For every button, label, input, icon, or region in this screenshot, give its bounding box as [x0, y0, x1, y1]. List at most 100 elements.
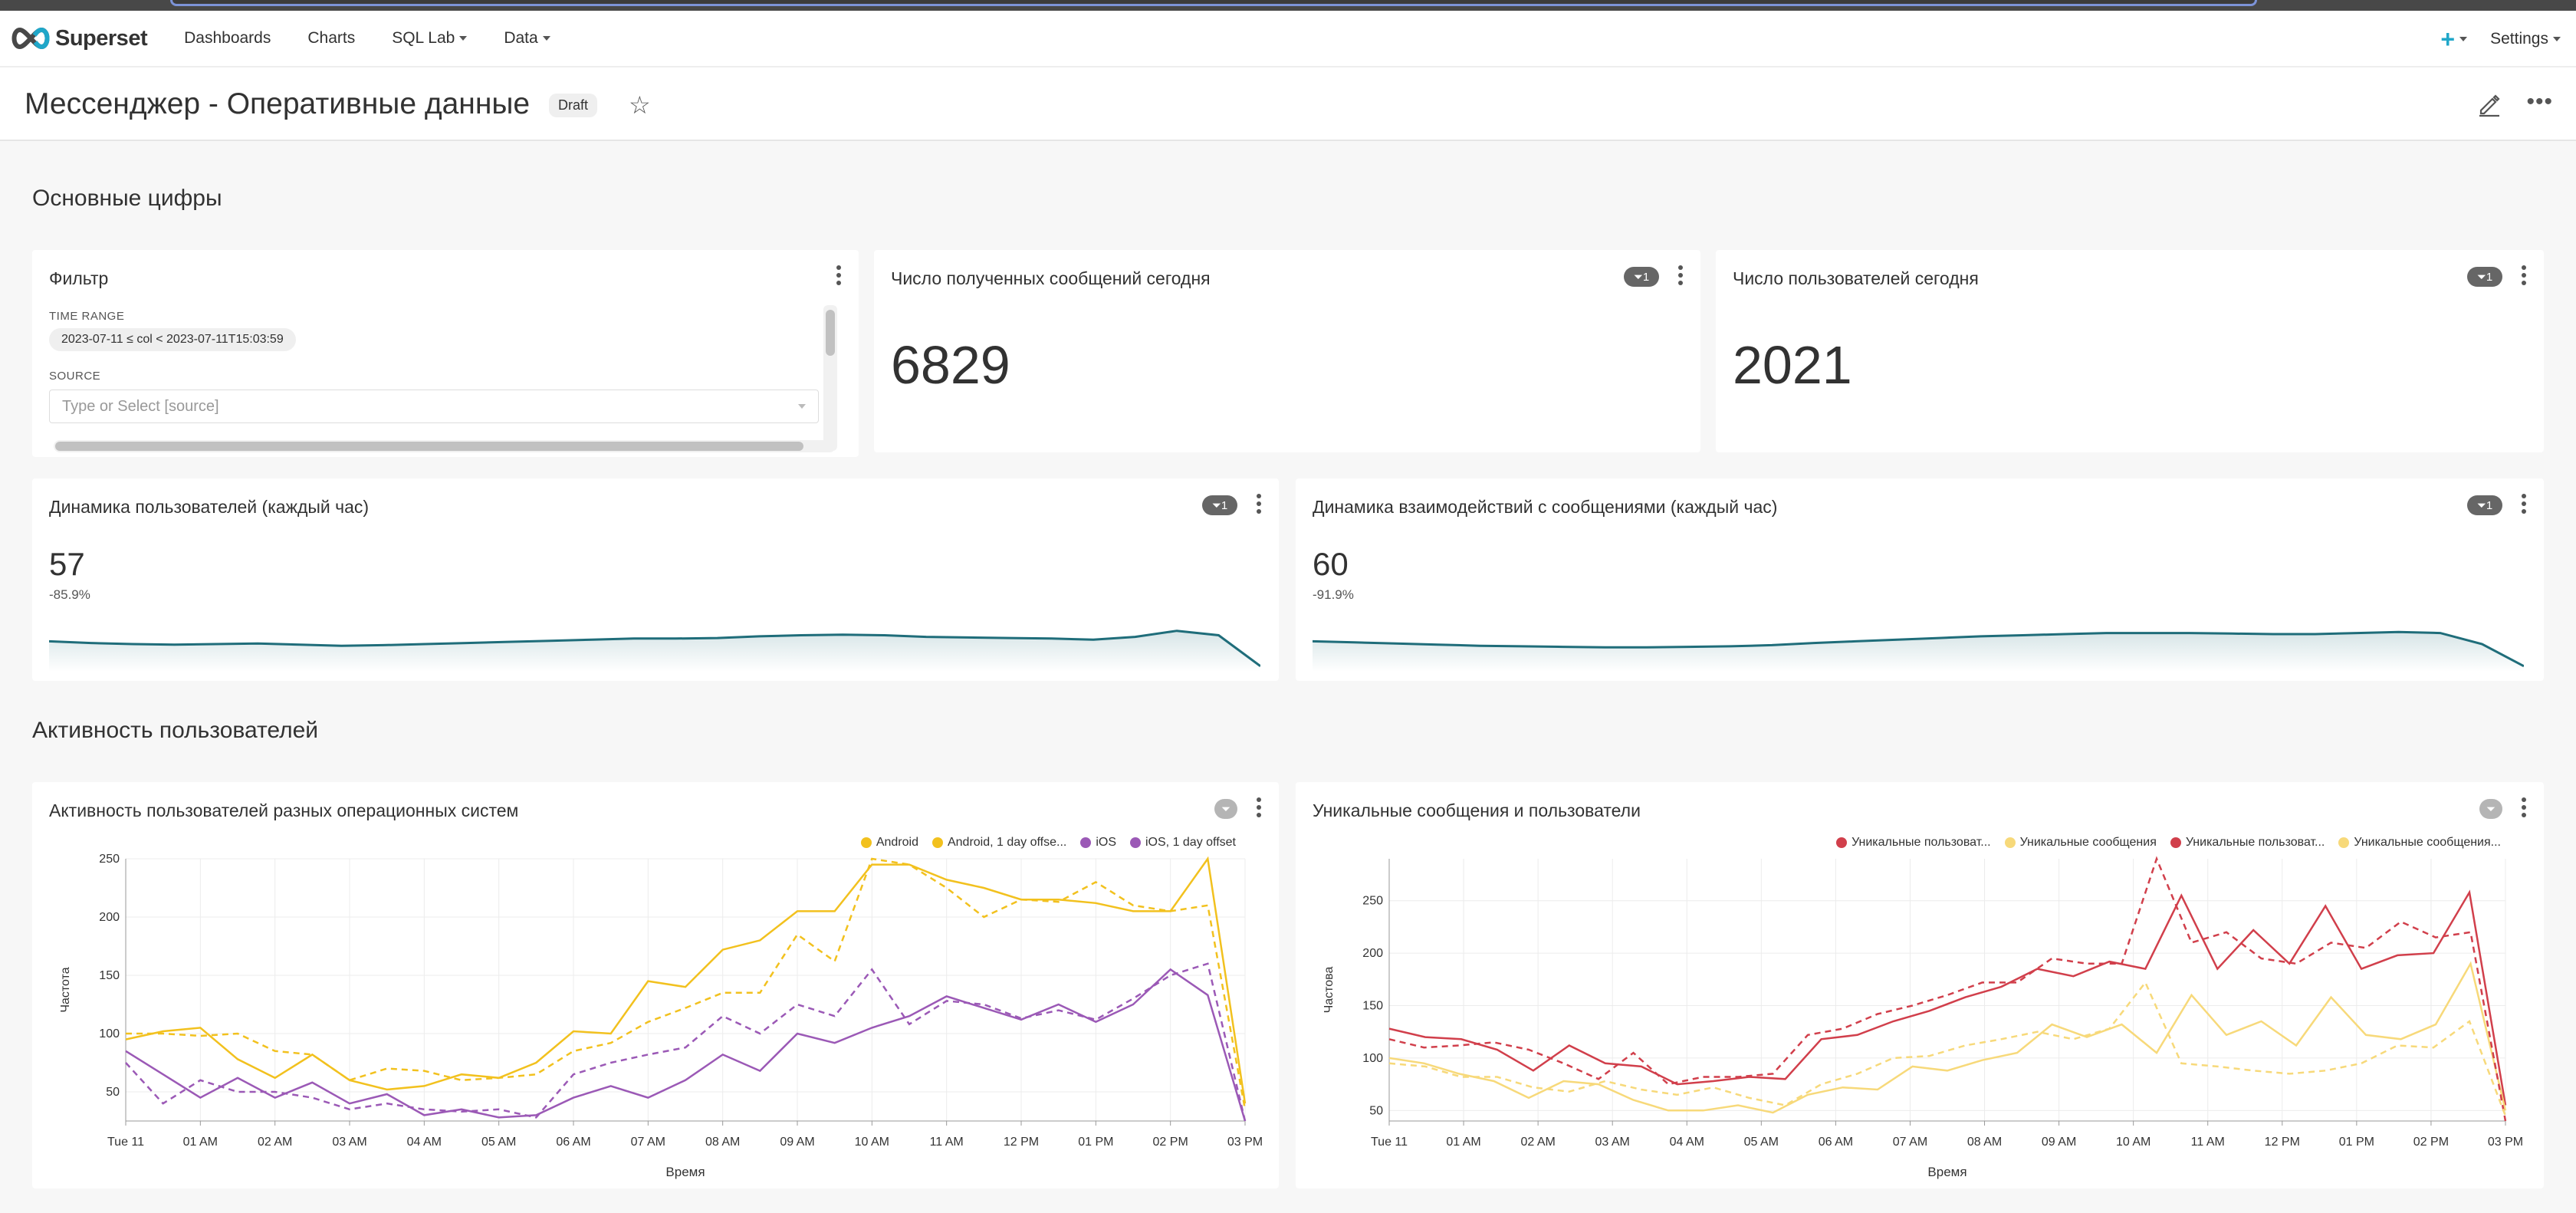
- nav-dashboards-label: Dashboards: [184, 29, 271, 47]
- nav-sql-lab[interactable]: SQL Lab: [392, 29, 468, 48]
- y-tick-label: 100: [1362, 1052, 1383, 1065]
- x-tick-label: 03 PM: [1227, 1136, 1263, 1149]
- x-axis-label: Время: [1927, 1165, 1967, 1179]
- y-axis-label: Частова: [1322, 966, 1336, 1013]
- y-tick-label: 250: [99, 853, 120, 866]
- x-tick-label: 10 AM: [2116, 1136, 2150, 1149]
- x-tick-label: Tue 11: [1371, 1136, 1408, 1149]
- filter-card-title: Фильтр: [49, 268, 109, 288]
- interactions-hourly-change: -91.9%: [1313, 587, 1354, 602]
- filter-badge[interactable]: ⏷ 1: [2467, 267, 2502, 287]
- kpi-users-value: 2021: [1733, 335, 1852, 395]
- nav-charts[interactable]: Charts: [307, 29, 355, 48]
- more-vertical-icon[interactable]: [1256, 494, 1262, 517]
- section-title-activity: Активность пользователей: [32, 718, 319, 743]
- interactions-hourly-title: Динамика взаимодействий с сообщениями (к…: [1313, 497, 1778, 517]
- filter-badge[interactable]: ⏷ 1: [2467, 495, 2502, 515]
- chevron-down-icon: [798, 404, 806, 409]
- x-tick-label: 11 AM: [930, 1136, 964, 1149]
- x-tick-label: 01 AM: [183, 1136, 218, 1149]
- horizontal-scrollbar[interactable]: [54, 440, 836, 452]
- series-line-0: [1388, 889, 2507, 1106]
- series-line-1: [126, 857, 1247, 1110]
- dashboard-title[interactable]: Мессенджер - Оперативные данные: [25, 87, 530, 121]
- interactions-hourly-card: Динамика взаимодействий с сообщениями (к…: [1296, 478, 2544, 681]
- x-tick-label: 01 PM: [2339, 1136, 2374, 1149]
- filter-count: 1: [1642, 270, 1650, 284]
- more-vertical-icon[interactable]: [836, 265, 842, 288]
- vertical-scrollbar[interactable]: [823, 305, 837, 451]
- x-tick-label: 12 PM: [1004, 1136, 1039, 1149]
- dashboard-header: Мессенджер - Оперативные данные Draft ☆ …: [0, 67, 2576, 141]
- nav-data[interactable]: Data: [504, 29, 550, 48]
- chevron-down-icon: [542, 36, 550, 41]
- kpi-messages-card: Число полученных сообщений сегодня ⏷ 1 68…: [874, 250, 1700, 452]
- x-tick-label: Tue 11: [107, 1136, 144, 1149]
- filter-badge[interactable]: ⏷ 1: [1202, 495, 1237, 515]
- nav-sql-lab-label: SQL Lab: [392, 29, 455, 47]
- new-item-button[interactable]: +: [2440, 25, 2468, 54]
- y-tick-label: 200: [99, 911, 120, 924]
- filter-count: 1: [1221, 498, 1228, 512]
- source-select[interactable]: Type or Select [source]: [49, 390, 819, 423]
- brand-logo[interactable]: Superset: [9, 25, 148, 51]
- x-tick-label: 08 AM: [705, 1136, 740, 1149]
- chevron-down-icon: [459, 36, 468, 41]
- x-tick-label: 07 AM: [1893, 1136, 1927, 1149]
- y-axis-label: Частота: [59, 967, 72, 1012]
- chevron-down-icon: [2459, 37, 2468, 41]
- chevron-down-icon: [2553, 37, 2561, 41]
- interactions-hourly-sparkline: [1313, 630, 2524, 672]
- superset-logo-icon: [12, 27, 50, 50]
- x-tick-label: 01 PM: [1078, 1136, 1113, 1149]
- x-tick-label: 02 AM: [258, 1136, 292, 1149]
- edit-icon[interactable]: [2475, 90, 2502, 118]
- nav-data-label: Data: [504, 29, 538, 47]
- y-tick-label: 250: [1362, 895, 1383, 908]
- x-tick-label: 09 AM: [780, 1136, 814, 1149]
- nav-dashboards[interactable]: Dashboards: [184, 29, 271, 48]
- more-vertical-icon[interactable]: [2521, 265, 2527, 288]
- x-tick-label: 07 AM: [631, 1136, 665, 1149]
- x-tick-label: 08 AM: [1967, 1136, 2002, 1149]
- navbar: Superset Dashboards Charts SQL Lab Data …: [0, 11, 2576, 67]
- x-tick-label: 01 AM: [1446, 1136, 1480, 1149]
- x-tick-label: 02 PM: [2413, 1136, 2449, 1149]
- filter-badge[interactable]: ⏷ 1: [1624, 267, 1659, 287]
- users-hourly-sparkline: [49, 630, 1260, 672]
- time-range-label: TIME RANGE: [49, 310, 125, 323]
- unique-messages-line-chart: Tue 11 01 AM 02 AM 03 AM 04 AM 05 AM 06 AM 07 A…: [1322, 856, 2523, 1179]
- x-tick-label: 06 AM: [1819, 1136, 1853, 1149]
- x-tick-label: 06 AM: [556, 1136, 590, 1149]
- series-line-0: [125, 856, 1247, 1104]
- x-tick-label: 10 AM: [855, 1136, 889, 1149]
- x-tick-label: 02 PM: [1153, 1136, 1188, 1149]
- filter-count: 1: [2486, 498, 2493, 512]
- y-tick-label: 150: [99, 969, 120, 982]
- address-bar[interactable]: [170, 0, 2257, 6]
- browser-top-strip: [0, 0, 2576, 11]
- users-hourly-title: Динамика пользователей (каждый час): [49, 497, 370, 517]
- nav-charts-label: Charts: [307, 29, 356, 47]
- settings-menu[interactable]: Settings: [2490, 30, 2561, 48]
- more-vertical-icon[interactable]: [2521, 494, 2527, 517]
- x-tick-label: 03 AM: [332, 1136, 366, 1149]
- section-title-main: Основные цифры: [32, 186, 222, 211]
- interactions-hourly-value: 60: [1313, 546, 1349, 582]
- y-tick-label: 50: [1369, 1104, 1383, 1117]
- filter-count: 1: [2486, 270, 2493, 284]
- brand-name: Superset: [55, 25, 148, 51]
- x-tick-label: 03 PM: [2488, 1136, 2523, 1149]
- more-options-icon[interactable]: •••: [2526, 89, 2553, 115]
- more-vertical-icon[interactable]: [1677, 265, 1684, 288]
- series-line-2: [1388, 856, 2507, 1122]
- time-range-chip[interactable]: 2023-07-11 ≤ col < 2023-07-11T15:03:59: [49, 328, 296, 351]
- os-activity-chart-card: Активность пользователей разных операцио…: [32, 782, 1279, 1188]
- settings-label: Settings: [2490, 30, 2548, 48]
- x-tick-label: 09 AM: [2042, 1136, 2076, 1149]
- star-icon[interactable]: ☆: [629, 90, 651, 120]
- x-tick-label: 02 AM: [1520, 1136, 1555, 1149]
- kpi-users-card: Число пользователей сегодня ⏷ 1 2021: [1716, 250, 2544, 452]
- x-tick-label: 11 AM: [2191, 1136, 2225, 1149]
- series-line-3: [1388, 980, 2507, 1116]
